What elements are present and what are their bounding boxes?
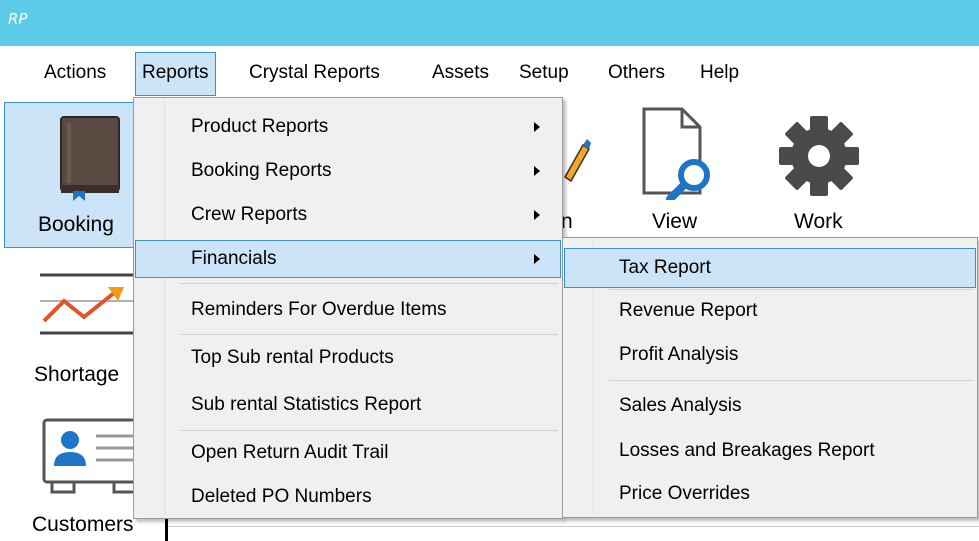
menu-separator [180,334,558,335]
menu-item-financials[interactable]: Financials [135,240,561,278]
menu-item-profit-analysis[interactable]: Profit Analysis [565,337,975,373]
menu-item-label: Sales Analysis [619,395,742,416]
menu-item-deleted-po-numbers[interactable]: Deleted PO Numbers [136,480,560,514]
menu-crystal-reports[interactable]: Crystal Reports [242,52,387,94]
content-border [168,526,979,527]
document-search-icon [642,107,710,200]
menu-help[interactable]: Help [693,52,746,94]
menu-item-price-overrides[interactable]: Price Overrides [565,476,975,512]
menu-item-label: Crew Reports [191,204,308,225]
reports-dropdown: Product Reports Booking Reports Crew Rep… [133,97,563,519]
submenu-arrow-icon [534,122,540,132]
menu-item-open-return-audit[interactable]: Open Return Audit Trail [136,436,560,470]
title-bar: RP [0,0,979,46]
menu-reports[interactable]: Reports [135,52,216,96]
menu-item-label: Booking Reports [191,160,332,181]
view-label: View [652,210,698,233]
submenu-arrow-icon [534,166,540,176]
menu-item-top-subrental-products[interactable]: Top Sub rental Products [136,341,560,375]
menu-item-label: Losses and Breakages Report [619,440,875,461]
menu-item-tax-report[interactable]: Tax Report [564,248,976,288]
menu-item-label: Price Overrides [619,483,750,504]
menu-separator [609,289,973,290]
menu-item-product-reports[interactable]: Product Reports [136,110,560,144]
menu-item-losses-breakages[interactable]: Losses and Breakages Report [565,433,975,469]
menu-item-label: Financials [191,248,277,269]
menu-item-crew-reports[interactable]: Crew Reports [136,198,560,232]
menu-item-label: Tax Report [619,257,711,278]
menu-others[interactable]: Others [601,52,672,94]
menu-item-revenue-report[interactable]: Revenue Report [565,293,975,329]
menu-separator [180,430,558,431]
financials-submenu: Tax Report Revenue Report Profit Analysi… [562,237,978,518]
view-button[interactable]: View [630,105,720,240]
menu-actions[interactable]: Actions [37,52,113,94]
menu-separator [609,380,973,381]
gear-icon [779,116,859,196]
submenu-arrow-icon [534,254,540,264]
menu-item-label: Profit Analysis [619,344,739,365]
book-icon [60,116,120,201]
menu-item-label: Sub rental Statistics Report [191,394,422,415]
booking-label: Booking [38,213,114,236]
booking-button[interactable]: Booking [4,102,144,248]
menu-item-label: Deleted PO Numbers [191,486,372,507]
submenu-arrow-icon [534,210,540,220]
work-label: Work [794,210,843,233]
pencil-icon [564,139,591,183]
customers-label: Customers [32,513,134,536]
menu-item-label: Revenue Report [619,300,758,321]
menu-item-subrental-statistics[interactable]: Sub rental Statistics Report [136,388,560,422]
menu-item-booking-reports[interactable]: Booking Reports [136,154,560,188]
menu-item-sales-analysis[interactable]: Sales Analysis [565,388,975,424]
menu-item-label: Product Reports [191,116,329,137]
menu-item-label: Top Sub rental Products [191,347,394,368]
menu-assets[interactable]: Assets [425,52,496,94]
shortage-label: Shortage [34,363,120,386]
menu-separator [180,283,558,284]
trend-chart-icon [40,273,140,335]
shortage-button[interactable]: Shortage [20,265,150,400]
menu-setup[interactable]: Setup [512,52,576,94]
work-button[interactable]: Work [770,105,870,240]
menu-item-reminders-overdue[interactable]: Reminders For Overdue Items [136,293,560,327]
app-logo: RP [8,10,28,28]
menu-item-label: Open Return Audit Trail [191,442,389,463]
menu-item-label: Reminders For Overdue Items [191,299,447,320]
